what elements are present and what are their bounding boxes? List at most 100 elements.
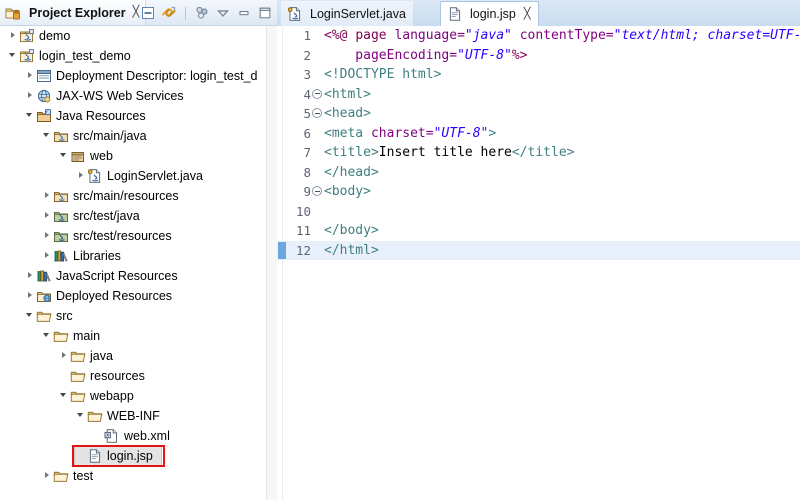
code-text: <title>Insert title here</title> (324, 145, 575, 160)
code-line[interactable]: 2 pageEncoding="UTF-8"%> (277, 46, 800, 66)
tree-item-web[interactable]: web (0, 146, 266, 166)
tree-item-deployed-resources[interactable]: Deployed Resources (0, 286, 266, 306)
code-line[interactable]: 6 <meta charset="UTF-8"> (277, 124, 800, 144)
tree-item-login-jsp[interactable]: login.jsp (0, 446, 266, 466)
tree-item-src-test-java[interactable]: src/test/java (0, 206, 266, 226)
tree-item-label: Java Resources (56, 109, 146, 123)
chevron-down-icon[interactable] (76, 406, 87, 426)
chevron-right-icon[interactable] (42, 186, 53, 206)
code-line[interactable]: 7 <title>Insert title here</title> (277, 143, 800, 163)
code-line[interactable]: 4 <html> (277, 85, 800, 105)
tree-item-label: Deployed Resources (56, 289, 173, 303)
tree-item-javascript-resources[interactable]: JavaScript Resources (0, 266, 266, 286)
chevron-right-icon[interactable] (42, 246, 53, 266)
tree-item-label: demo (39, 29, 71, 43)
code-editor[interactable]: 1 <%@ page language="java" contentType="t… (277, 26, 800, 500)
line-number: 8 (303, 164, 311, 180)
tree-item-web-inf[interactable]: WEB-INF (0, 406, 266, 426)
code-line[interactable]: 10 (277, 202, 800, 222)
chevron-down-icon[interactable] (25, 306, 36, 326)
project-tree-scrollbar[interactable] (266, 26, 277, 500)
folder-icon (87, 408, 103, 424)
chevron-right-icon[interactable] (42, 206, 53, 226)
tree-item-label: Libraries (73, 249, 121, 263)
tree-item-loginservlet-java[interactable]: LoginServlet.java (0, 166, 266, 186)
chevron-right-icon[interactable] (42, 226, 53, 246)
fold-collapse-icon[interactable] (312, 108, 322, 118)
folder-icon (70, 368, 86, 384)
line-number: 9 (303, 184, 311, 199)
minimize-icon[interactable] (236, 5, 252, 21)
tree-item-label: java (90, 349, 113, 363)
chevron-down-icon[interactable] (215, 5, 231, 21)
chevron-right-icon[interactable] (42, 466, 53, 486)
collapse-all-icon[interactable] (140, 5, 156, 21)
tree-item-test[interactable]: test (0, 466, 266, 486)
tree-item-src-test-resources[interactable]: src/test/resources (0, 226, 266, 246)
tree-item-label: WEB-INF (107, 409, 160, 423)
link-with-editor-icon[interactable] (161, 5, 177, 21)
code-line[interactable]: 9 <body> (277, 182, 800, 202)
tree-item-java-resources[interactable]: Java Resources (0, 106, 266, 126)
line-number: 2 (303, 47, 311, 63)
code-line[interactable]: 1 <%@ page language="java" contentType="t… (277, 26, 800, 46)
editor-tab-login-jsp[interactable]: login.jsp ╳ (440, 1, 539, 26)
chevron-down-icon[interactable] (59, 386, 70, 406)
chevron-down-icon[interactable] (42, 126, 53, 146)
folder-icon (53, 328, 69, 344)
code-text: </head> (324, 164, 379, 180)
code-line[interactable]: 8 </head> (277, 163, 800, 183)
tree-item-libraries[interactable]: Libraries (0, 246, 266, 266)
chevron-right-icon[interactable] (25, 66, 36, 86)
chevron-down-icon[interactable] (8, 46, 19, 66)
tree-item-login-test-demo[interactable]: login_test_demo (0, 46, 266, 66)
tree-item-main[interactable]: main (0, 326, 266, 346)
line-number: 4 (303, 86, 311, 102)
chevron-right-icon[interactable] (59, 346, 70, 366)
maximize-icon[interactable] (257, 5, 273, 21)
tree-item-label: src/test/java (73, 209, 140, 223)
chevron-right-icon[interactable] (25, 266, 36, 286)
chevron-right-icon[interactable] (25, 86, 36, 106)
tree-item-deployment-descriptor-login-test-d[interactable]: Deployment Descriptor: login_test_d (0, 66, 266, 86)
tree-item-webapp[interactable]: webapp (0, 386, 266, 406)
libraries-icon (36, 268, 52, 284)
tree-item-src[interactable]: src (0, 306, 266, 326)
editor-tab-loginservlet-java[interactable]: LoginServlet.java (281, 1, 413, 26)
project-tree[interactable]: demo login_test_demo Deployment Descriptor… (0, 26, 266, 500)
code-line[interactable]: 11 </body> (277, 221, 800, 241)
code-line[interactable]: 3 <!DOCTYPE html> (277, 65, 800, 85)
close-icon[interactable]: ╳ (133, 7, 140, 18)
chevron-right-icon[interactable] (25, 286, 36, 306)
line-number: 11 (295, 223, 311, 238)
chevron-right-icon[interactable] (76, 166, 87, 186)
tab-project-explorer[interactable]: Project Explorer ╳ (0, 0, 147, 25)
tree-item-resources[interactable]: resources (0, 366, 266, 386)
svg-text:x: x (106, 433, 109, 439)
tree-item-java[interactable]: java (0, 346, 266, 366)
code-line[interactable]: 5 <head> (277, 104, 800, 124)
tree-item-label: JavaScript Resources (56, 269, 178, 283)
code-text: </body> (324, 223, 379, 238)
tree-item-web-xml[interactable]: x web.xml (0, 426, 266, 446)
close-icon[interactable]: ╳ (524, 8, 531, 20)
chevron-right-icon[interactable] (8, 26, 19, 46)
code-lines[interactable]: 1 <%@ page language="java" contentType="t… (277, 26, 800, 260)
tree-item-label: login_test_demo (39, 49, 131, 63)
java-file-icon (287, 6, 303, 22)
tree-item-src-main-resources[interactable]: src/main/resources (0, 186, 266, 206)
fold-collapse-icon[interactable] (312, 88, 322, 99)
fold-collapse-icon[interactable] (312, 186, 322, 196)
tree-item-demo[interactable]: demo (0, 26, 266, 46)
tree-item-jax-ws-web-services[interactable]: JAX-WS Web Services (0, 86, 266, 106)
chevron-down-icon[interactable] (25, 106, 36, 126)
view-menu-icon[interactable] (194, 5, 210, 21)
tree-item-label: src/main/resources (73, 189, 179, 203)
chevron-down-icon[interactable] (42, 326, 53, 346)
chevron-down-icon[interactable] (59, 146, 70, 166)
code-line[interactable]: 12 </html> (277, 240, 800, 260)
code-text: <%@ page language="java" contentType="te… (324, 28, 800, 43)
tree-item-src-main-java[interactable]: src/main/java (0, 126, 266, 146)
